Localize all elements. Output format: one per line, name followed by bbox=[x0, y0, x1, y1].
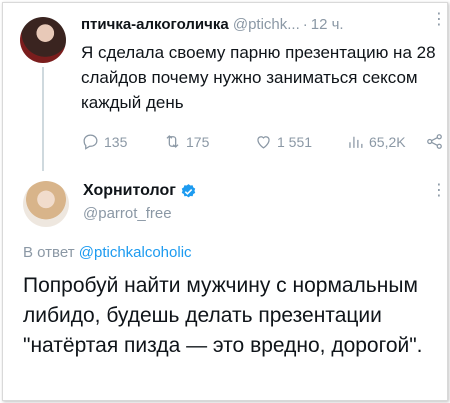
avatar[interactable] bbox=[23, 181, 69, 227]
author-name[interactable]: птичка-алкоголичка bbox=[81, 16, 229, 33]
reply-target-link[interactable]: @ptichkalcoholic bbox=[79, 244, 192, 261]
like-button[interactable]: 1 551 bbox=[254, 132, 312, 151]
avatar[interactable] bbox=[20, 17, 66, 63]
tweet-text: Я сделала своему парню презентацию на 28… bbox=[81, 43, 436, 112]
share-button[interactable] bbox=[425, 132, 448, 151]
reply-count: 135 bbox=[104, 133, 128, 150]
retweet-count: 175 bbox=[186, 133, 210, 150]
reply-context: В ответ @ptichkalcoholic bbox=[23, 244, 192, 261]
author-handle[interactable]: @ptichk... bbox=[233, 16, 300, 33]
share-icon bbox=[427, 134, 442, 149]
like-icon bbox=[257, 136, 270, 149]
separator: · bbox=[302, 16, 308, 33]
tweet-header: Хорнитолог bbox=[83, 182, 197, 200]
author-name[interactable]: Хорнитолог bbox=[83, 182, 176, 200]
views-icon bbox=[349, 136, 363, 148]
more-icon[interactable]: ⋮ bbox=[431, 12, 447, 28]
retweet-button[interactable]: 175 bbox=[163, 132, 209, 151]
timestamp[interactable]: 12 ч. bbox=[311, 16, 344, 33]
author-handle[interactable]: @parrot_free bbox=[83, 205, 172, 222]
views-button[interactable]: 65,2K bbox=[346, 132, 406, 151]
tweet-actions: 135 175 1 551 65,2K bbox=[81, 132, 442, 152]
tweet-header: птичка-алкоголичка @ptichk... · 12 ч. bbox=[81, 16, 344, 33]
screenshot-frame: птичка-алкоголичка @ptichk... · 12 ч. ⋮ Я … bbox=[2, 2, 448, 401]
views-count: 65,2K bbox=[369, 133, 406, 150]
like-count: 1 551 bbox=[277, 133, 313, 150]
verified-badge-icon bbox=[181, 183, 196, 197]
thread-line bbox=[42, 67, 44, 171]
reply-icon bbox=[83, 134, 98, 150]
reply-button[interactable]: 135 bbox=[81, 132, 127, 151]
retweet-icon bbox=[166, 135, 179, 148]
reply-prefix: В ответ bbox=[23, 244, 75, 261]
tweet-text: Попробуй найти мужчину с нормальным либи… bbox=[23, 274, 423, 357]
more-icon[interactable]: ⋮ bbox=[431, 183, 447, 199]
